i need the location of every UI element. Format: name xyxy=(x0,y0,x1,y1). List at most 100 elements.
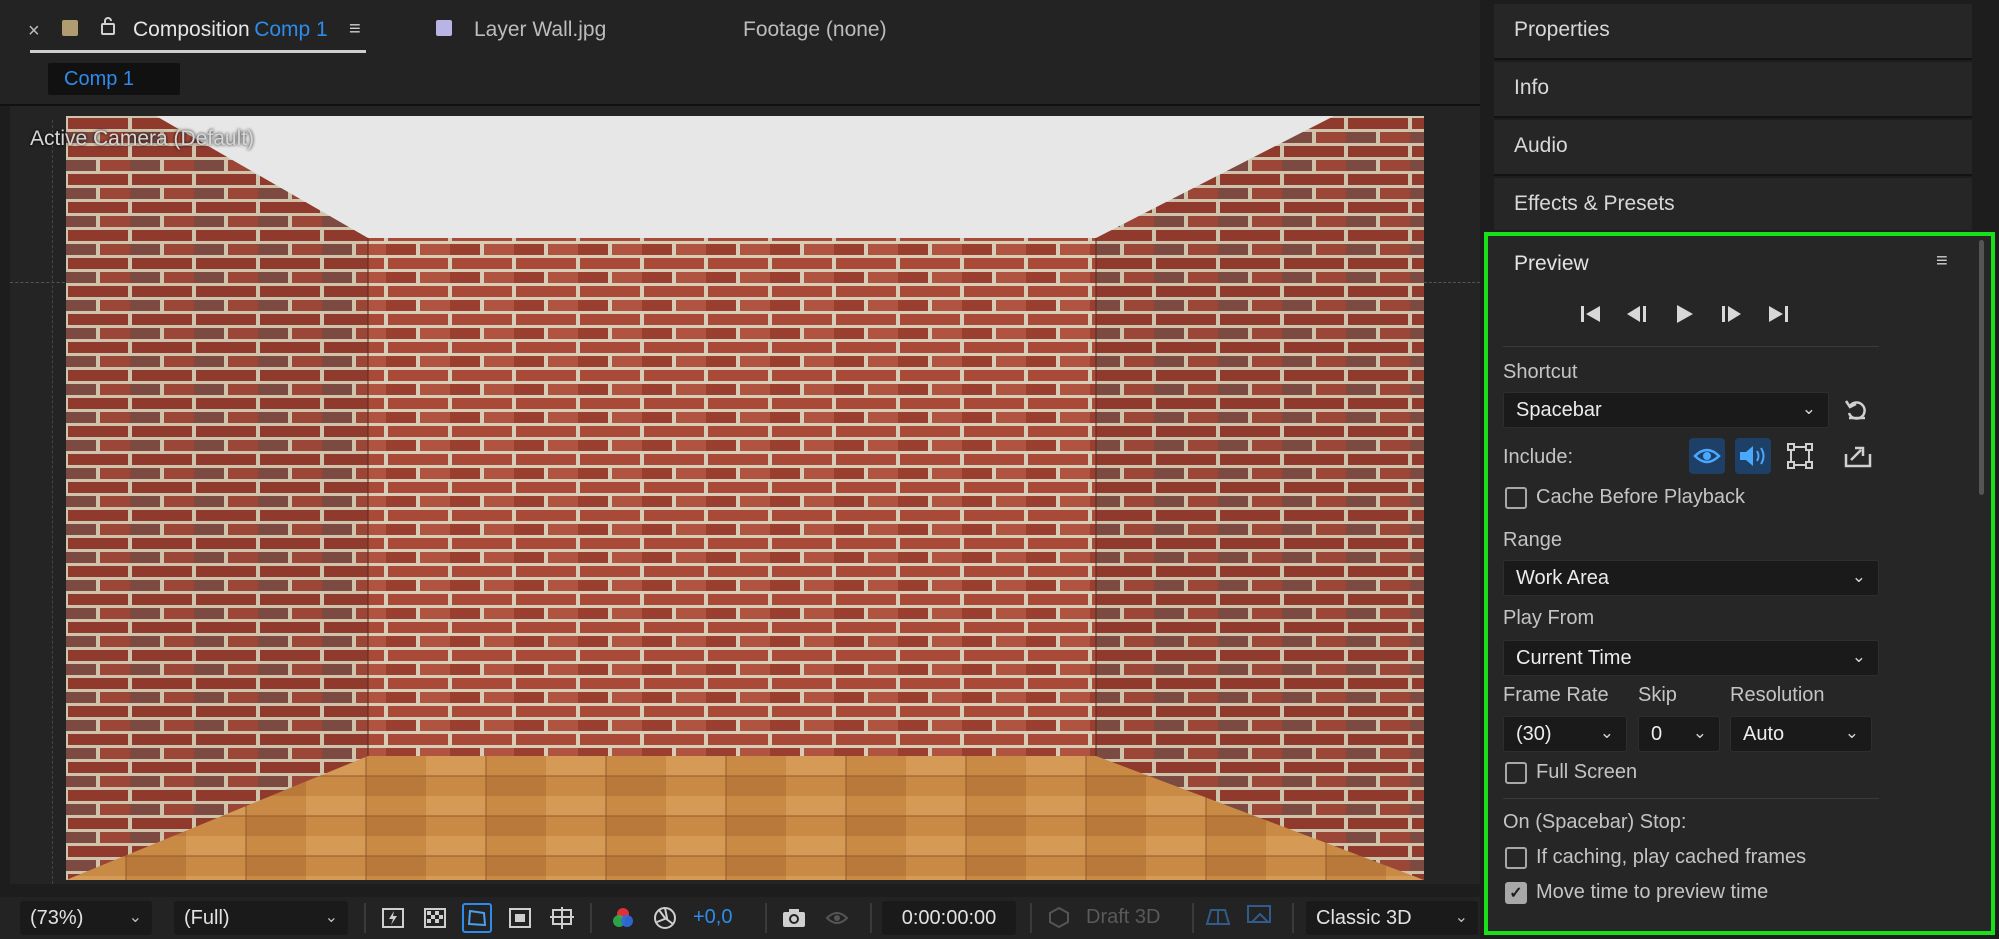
tab-composition-label: Composition xyxy=(133,18,250,41)
toolbar-divider xyxy=(870,903,872,933)
frame-rate-select[interactable]: (30) ⌄ xyxy=(1503,716,1627,752)
region-of-interest-icon[interactable] xyxy=(505,903,535,933)
color-management-icon[interactable] xyxy=(650,903,680,933)
close-tab-icon[interactable]: × xyxy=(28,20,40,43)
tab-composition-name: Comp 1 xyxy=(254,18,328,41)
mask-visibility-icon[interactable] xyxy=(462,903,492,933)
toolbar-divider xyxy=(590,903,592,933)
move-time-checkbox[interactable]: ✓ xyxy=(1505,882,1527,904)
shortcut-select[interactable]: Spacebar ⌄ xyxy=(1503,392,1829,428)
if-caching-checkbox[interactable] xyxy=(1505,847,1527,869)
last-frame-icon[interactable] xyxy=(1765,302,1791,332)
chevron-down-icon: ⌄ xyxy=(1844,723,1859,742)
draft-3d-toggle[interactable]: Draft 3D xyxy=(1086,906,1160,929)
shortcut-value: Spacebar xyxy=(1516,398,1602,421)
toolbar-divider xyxy=(1292,903,1294,933)
chevron-down-icon: ⌄ xyxy=(1454,909,1468,926)
include-overlays-icon[interactable] xyxy=(1782,438,1818,474)
if-caching-label: If caching, play cached frames xyxy=(1536,846,1807,868)
tab-layer[interactable]: Layer Wall.jpg xyxy=(474,18,606,42)
fast-previews-icon[interactable] xyxy=(378,903,408,933)
panel-info-title: Info xyxy=(1514,76,1550,99)
resolution-select[interactable]: Auto ⌄ xyxy=(1730,716,1872,752)
panel-properties[interactable]: Properties xyxy=(1494,4,1972,60)
skip-select[interactable]: 0 ⌄ xyxy=(1638,716,1720,752)
range-select[interactable]: Work Area ⌄ xyxy=(1503,560,1879,596)
room-render-image xyxy=(66,116,1424,880)
chevron-down-icon: ⌄ xyxy=(128,909,142,926)
chevron-down-icon: ⌄ xyxy=(324,909,338,926)
play-icon[interactable] xyxy=(1672,302,1696,332)
panel-effects-presets[interactable]: Effects & Presets xyxy=(1494,178,1972,230)
zoom-value: (73%) xyxy=(30,906,84,929)
current-time-display[interactable]: 0:00:00:00 xyxy=(882,901,1016,935)
preview-title: Preview xyxy=(1514,252,1589,275)
transparency-grid-icon[interactable] xyxy=(420,903,450,933)
stop-behavior-label: On (Spacebar) Stop: xyxy=(1503,811,1687,833)
toolbar-divider xyxy=(1192,903,1194,933)
full-screen-label: Full Screen xyxy=(1536,761,1638,783)
toolbar-divider xyxy=(1030,903,1032,933)
range-label: Range xyxy=(1503,529,1562,551)
toolbar-divider xyxy=(765,903,767,933)
3d-view-extended-icon[interactable] xyxy=(1246,904,1274,933)
cache-before-playback-checkbox[interactable] xyxy=(1505,487,1527,509)
panel-scrollbar[interactable] xyxy=(1979,240,1984,495)
tab-menu-icon[interactable]: ≡ xyxy=(349,18,361,41)
resolution-select-value: Auto xyxy=(1743,722,1785,745)
3d-ground-plane-icon[interactable] xyxy=(1205,906,1231,933)
play-from-select[interactable]: Current Time ⌄ xyxy=(1503,640,1879,676)
frame-rate-value: (30) xyxy=(1516,722,1552,745)
panel-effects-title: Effects & Presets xyxy=(1514,192,1675,215)
tab-footage[interactable]: Footage (none) xyxy=(743,18,887,42)
chevron-down-icon: ⌄ xyxy=(1692,723,1707,742)
include-audio-speaker-icon[interactable] xyxy=(1735,438,1771,474)
play-from-label: Play From xyxy=(1503,607,1595,629)
snapshot-camera-icon[interactable] xyxy=(779,903,809,933)
active-tab-indicator xyxy=(30,50,366,53)
comp-navigator-bar xyxy=(0,58,1480,106)
first-frame-icon[interactable] xyxy=(1578,302,1604,332)
move-time-label: Move time to preview time xyxy=(1536,881,1769,903)
channel-rgb-icon[interactable] xyxy=(608,903,638,933)
include-label: Include: xyxy=(1503,446,1574,468)
chevron-down-icon: ⌄ xyxy=(1851,567,1866,586)
comp-breadcrumb[interactable]: Comp 1 xyxy=(48,63,180,95)
guide-line xyxy=(10,282,70,283)
guide-line xyxy=(52,120,53,884)
previous-frame-icon[interactable] xyxy=(1624,302,1650,332)
toolbar-divider xyxy=(364,903,366,933)
full-screen-checkbox[interactable] xyxy=(1505,762,1527,784)
next-frame-icon[interactable] xyxy=(1718,302,1744,332)
grid-guides-icon[interactable] xyxy=(547,903,577,933)
chevron-down-icon: ⌄ xyxy=(1851,647,1866,666)
zoom-dropdown[interactable]: (73%) ⌄ xyxy=(20,901,152,935)
tab-composition[interactable]: Composition Comp 1 xyxy=(133,18,328,42)
shortcut-label: Shortcut xyxy=(1503,361,1578,383)
draft-3d-icon xyxy=(1048,906,1070,933)
include-video-eye-icon[interactable] xyxy=(1689,438,1725,474)
play-from-value: Current Time xyxy=(1516,646,1632,669)
panel-info[interactable]: Info xyxy=(1494,62,1972,118)
active-camera-label: Active Camera (Default) xyxy=(30,127,255,150)
lock-icon[interactable] xyxy=(100,16,116,41)
panel-audio[interactable]: Audio xyxy=(1494,120,1972,176)
resolution-dropdown[interactable]: (Full) ⌄ xyxy=(174,901,348,935)
chevron-down-icon: ⌄ xyxy=(1599,723,1614,742)
comp-color-label-icon[interactable] xyxy=(62,20,78,36)
renderer-dropdown[interactable]: Classic 3D ⌄ xyxy=(1306,901,1478,935)
resolution-value: (Full) xyxy=(184,906,230,929)
chevron-down-icon: ⌄ xyxy=(1801,399,1816,418)
range-value: Work Area xyxy=(1516,566,1609,589)
panel-menu-icon[interactable]: ≡ xyxy=(1936,250,1948,273)
panel-properties-title: Properties xyxy=(1514,18,1610,41)
resolution-label: Resolution xyxy=(1730,684,1825,706)
exposure-value[interactable]: +0,0 xyxy=(693,906,732,929)
renderer-value: Classic 3D xyxy=(1316,906,1412,929)
guide-line xyxy=(1424,282,1480,283)
panel-audio-title: Audio xyxy=(1514,134,1568,157)
show-snapshot-icon[interactable] xyxy=(822,903,852,933)
export-preview-icon[interactable] xyxy=(1840,438,1876,474)
layer-color-label-icon xyxy=(436,20,452,36)
reset-shortcut-icon[interactable] xyxy=(1843,396,1871,429)
